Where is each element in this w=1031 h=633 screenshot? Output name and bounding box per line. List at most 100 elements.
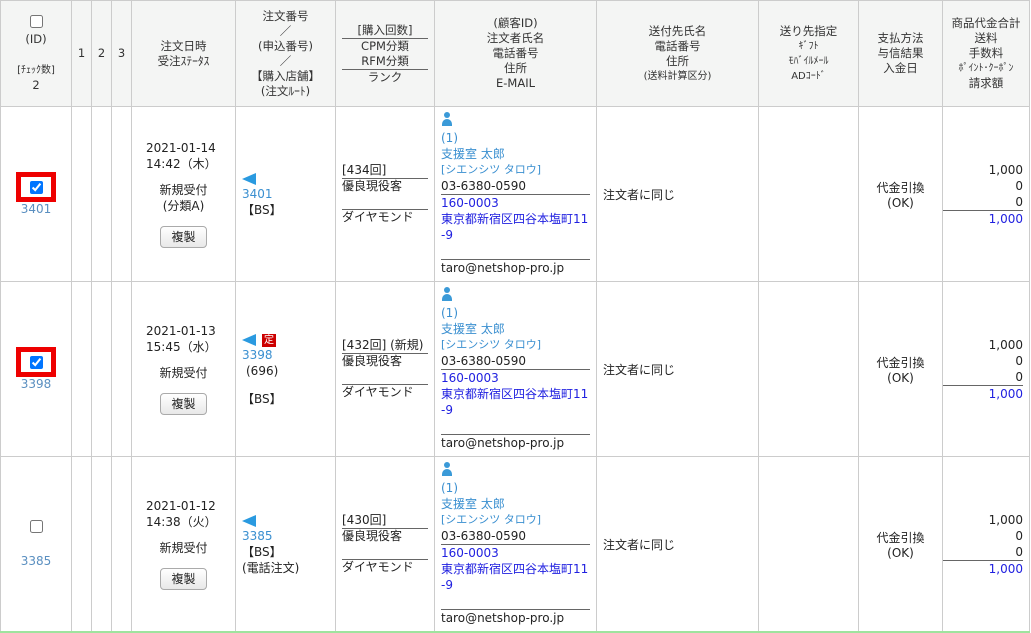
check-count-label: [ﾁｪｯｸ数] <box>17 64 55 76</box>
col-3-cell <box>111 106 132 282</box>
billing-total: 1,000 <box>988 561 1023 576</box>
customer-id[interactable]: (1) <box>441 130 590 146</box>
select-all-checkbox[interactable] <box>29 14 43 28</box>
ship-cell: 注文者に同じ <box>596 106 759 282</box>
h: ランク <box>367 69 403 84</box>
customer-cell: (1) 支援室 太郎 [シエンシツ タロウ] 03-6380-0590 160-0003… <box>434 106 597 282</box>
purchase-count: [432回] (新規) <box>342 338 428 354</box>
customer-address[interactable]: 東京都新宿区四谷本塩町11-9 <box>441 211 590 260</box>
order-id-link[interactable]: 3401 <box>21 202 52 216</box>
credit-result: (OK) <box>887 545 914 560</box>
customer-id[interactable]: (1) <box>441 480 590 496</box>
header-id: (ID) [ﾁｪｯｸ数] 2 <box>0 0 72 107</box>
h: 注文者氏名 <box>486 31 545 45</box>
customer-kana: [シエンシツ タロウ] <box>441 163 542 176</box>
customer-name[interactable]: 支援室 太郎 <box>441 321 590 337</box>
customer-rank: ダイヤモンド <box>342 385 414 399</box>
customer-name[interactable]: 支援室 太郎 <box>441 146 590 162</box>
order-date: 2021-01-13 <box>146 324 216 338</box>
order-time: 14:42（木） <box>146 157 217 171</box>
date-cell: 2021-01-14 14:42（木） 新規受付 (分類A) 複製 <box>131 106 236 282</box>
header-col-1[interactable]: 1 <box>71 0 92 107</box>
handling-fee: 0 <box>943 544 1023 561</box>
row-checkbox[interactable] <box>29 355 43 369</box>
customer-zip[interactable]: 160-0003 <box>441 370 590 386</box>
cpm-class: 優良現役客 <box>342 179 403 193</box>
order-number-link[interactable]: 3398 <box>242 348 273 362</box>
header-customer: (顧客ID) 注文者氏名 電話番号 住所 E-MAIL <box>434 0 597 107</box>
col-1-cell <box>71 456 92 633</box>
header-pay: 支払方法 与信結果 入金日 <box>858 0 943 107</box>
application-number: (696) <box>246 364 279 378</box>
customer-kana: [シエンシツ タロウ] <box>441 513 542 526</box>
h: 請求額 <box>968 76 1004 90</box>
rfm-class <box>342 369 428 385</box>
row-checkbox[interactable] <box>29 520 43 533</box>
header-col-3[interactable]: 3 <box>111 0 132 107</box>
h: (送料計算区分) <box>643 70 712 82</box>
payment-method: 代金引換 <box>876 530 925 545</box>
dest-cell <box>758 456 859 633</box>
ship-to: 注文者に同じ <box>603 537 676 552</box>
copy-button[interactable]: 複製 <box>160 568 207 590</box>
order-id-link[interactable]: 3385 <box>21 554 52 568</box>
h: 受注ｽﾃｰﾀｽ <box>157 53 210 68</box>
customer-address[interactable]: 東京都新宿区四谷本塩町11-9 <box>441 386 590 435</box>
h: 注文日時 <box>160 38 207 53</box>
rfm-class <box>342 194 428 210</box>
h: 送付先氏名 <box>648 23 707 38</box>
col-3-cell <box>111 456 132 633</box>
ship-cell: 注文者に同じ <box>596 281 759 457</box>
person-icon[interactable] <box>441 112 453 126</box>
rank-cell: [434回] 優良現役客ダイヤモンド <box>335 106 435 282</box>
customer-name[interactable]: 支援室 太郎 <box>441 496 590 512</box>
customer-email: taro@netshop-pro.jp <box>441 436 565 450</box>
customer-rank: ダイヤモンド <box>342 560 414 574</box>
customer-phone: 03-6380-0590 <box>441 178 590 195</box>
date-cell: 2021-01-13 15:45（水） 新規受付 複製 <box>131 281 236 457</box>
order-number-link[interactable]: 3401 <box>242 187 273 201</box>
customer-phone: 03-6380-0590 <box>441 528 590 545</box>
copy-button[interactable]: 複製 <box>160 226 207 248</box>
id-cell: 3385 <box>0 456 72 633</box>
customer-id[interactable]: (1) <box>441 305 590 321</box>
h: ADｺｰﾄﾞ <box>791 70 826 82</box>
customer-zip[interactable]: 160-0003 <box>441 195 590 211</box>
order-id-link[interactable]: 3398 <box>21 377 52 391</box>
ship-cell: 注文者に同じ <box>596 456 759 633</box>
shipping-fee: 0 <box>1015 528 1023 543</box>
person-icon[interactable] <box>441 287 453 301</box>
order-number-link[interactable]: 3385 <box>242 529 273 543</box>
customer-zip[interactable]: 160-0003 <box>441 545 590 561</box>
h: E-MAIL <box>495 76 535 90</box>
header-col-2[interactable]: 2 <box>91 0 112 107</box>
cpm-class: 優良現役客 <box>342 529 403 543</box>
checkbox-wrap <box>1 520 71 536</box>
h: ﾓﾊﾞｲﾙﾒｰﾙ <box>788 55 829 67</box>
rank-cell: [432回] (新規) 優良現役客 ダイヤモンド <box>335 281 435 457</box>
customer-cell: (1) 支援室 太郎 [シエンシツ タロウ] 03-6380-0590 160-0003… <box>434 456 597 633</box>
h: 与信結果 <box>877 46 924 60</box>
customer-rank: ダイヤモンド <box>342 210 414 224</box>
h: (顧客ID) <box>493 16 538 30</box>
id-cell: 3398 <box>0 281 72 457</box>
h: 入金日 <box>883 61 918 75</box>
header-ship: 送付先氏名 電話番号 住所 (送料計算区分) <box>596 0 759 107</box>
customer-address[interactable]: 東京都新宿区四谷本塩町11-9 <box>441 561 590 610</box>
customer-kana: [シエンシツ タロウ] <box>441 338 542 351</box>
row-checkbox[interactable] <box>29 180 43 194</box>
dest-cell <box>758 281 859 457</box>
h: 住所 <box>666 53 689 68</box>
copy-button[interactable]: 複製 <box>160 393 207 415</box>
person-icon[interactable] <box>441 462 453 476</box>
payment-method: 代金引換 <box>876 180 925 195</box>
payment-cell: 代金引換 (OK) <box>858 456 943 633</box>
order-table: (ID) [ﾁｪｯｸ数] 2 1 2 3 注文日時 受注ｽﾃｰﾀｽ 注文番号／ (申込番… <box>0 0 1030 633</box>
purchase-count: [430回] <box>342 513 428 529</box>
purchase-count: [434回] <box>342 163 428 179</box>
amount-cell: 1,000 0 0 1,000 <box>942 456 1030 633</box>
id-cell: 3401 <box>0 106 72 282</box>
order-cell: 3401 【BS】 <box>235 106 336 282</box>
col-2-cell <box>91 456 112 633</box>
